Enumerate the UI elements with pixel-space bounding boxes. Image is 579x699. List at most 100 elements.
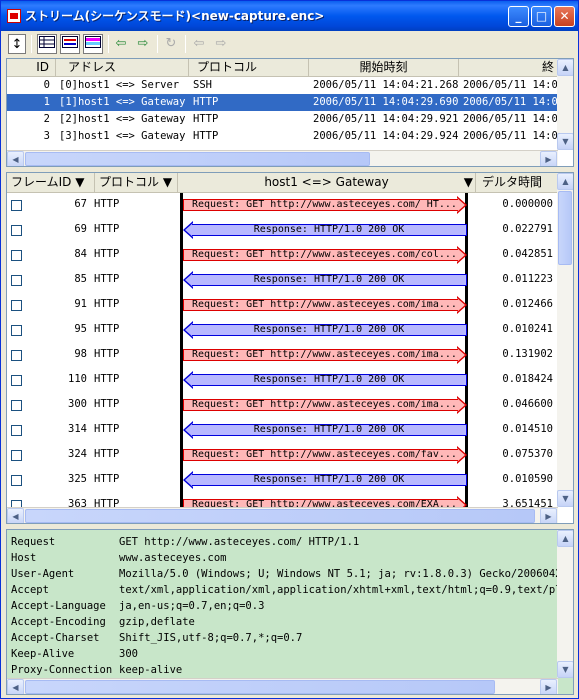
col-end-time[interactable]: 終 <box>459 59 559 77</box>
frame-row[interactable]: 110 HTTP Response: HTTP/1.0 200 OK 0.018424 <box>7 368 558 393</box>
scroll-up-icon[interactable]: ▲ <box>557 173 573 190</box>
col-start-time[interactable]: 開始時刻 <box>309 59 459 77</box>
col-protocol[interactable]: プロトコル <box>189 59 309 77</box>
request-arrow[interactable]: Request: GET http://www.asteceyes.com/ H… <box>183 196 467 214</box>
row-checkbox[interactable] <box>11 375 22 386</box>
request-arrow[interactable]: Request: GET http://www.asteceyes.com/fa… <box>183 446 467 464</box>
scroll-left-icon[interactable]: ◀ <box>7 151 24 166</box>
maximize-button[interactable]: □ <box>531 6 552 27</box>
col-delta-time[interactable]: デルタ時間 <box>476 173 559 193</box>
scroll-down-icon[interactable]: ▼ <box>557 133 573 150</box>
scroll-thumb[interactable] <box>558 191 572 265</box>
scroll-right-icon[interactable]: ▶ <box>540 151 557 166</box>
row-checkbox[interactable] <box>11 225 22 236</box>
sort-icon[interactable]: ↕ <box>8 34 26 54</box>
scroll-thumb[interactable] <box>25 509 535 523</box>
response-arrow[interactable]: Response: HTTP/1.0 200 OK <box>183 421 467 439</box>
detail-row[interactable]: Accept text/xml,application/xml,applicati… <box>7 582 559 598</box>
detail-row[interactable]: Proxy-Connection keep-alive <box>7 662 559 678</box>
row-checkbox[interactable] <box>11 450 22 461</box>
app-icon[interactable] <box>7 9 21 23</box>
frame-row[interactable]: 314 HTTP Response: HTTP/1.0 200 OK 0.014510 <box>7 418 558 443</box>
details-vscroll[interactable]: ▲ ▼ <box>557 530 573 678</box>
frame-row[interactable]: 325 HTTP Response: HTTP/1.0 200 OK 0.010590 <box>7 468 558 493</box>
detail-row[interactable]: Request GET http://www.asteceyes.com/ HTT… <box>7 534 559 550</box>
scroll-left-icon[interactable]: ◀ <box>7 508 24 523</box>
row-checkbox[interactable] <box>11 475 22 486</box>
stream-list-vscroll[interactable]: ▲ ▼ <box>557 59 573 150</box>
table-row[interactable]: 2 [2]host1 <=> Gateway HTTP 2006/05/11 14:0… <box>7 111 558 128</box>
frame-hscroll[interactable]: ◀ ▶ <box>7 507 558 523</box>
col-frame-id[interactable]: フレームID ▼ <box>7 173 95 193</box>
table-row[interactable]: 3 [3]host1 <=> Gateway HTTP 2006/05/11 14:0… <box>7 128 558 145</box>
col-id[interactable]: ID <box>7 59 56 77</box>
close-button[interactable]: ✕ <box>554 6 575 27</box>
frame-vscroll[interactable]: ▲ ▼ <box>557 173 573 507</box>
response-arrow[interactable]: Response: HTTP/1.0 200 OK <box>183 271 467 289</box>
forward-arrow-icon[interactable]: ⇨ <box>134 34 152 54</box>
frame-row[interactable]: 95 HTTP Response: HTTP/1.0 200 OK 0.010241 <box>7 318 558 343</box>
minimize-button[interactable]: _ <box>508 6 529 27</box>
details-hscroll[interactable]: ◀ ▶ <box>7 678 558 694</box>
frame-row[interactable]: 91 HTTP Request: GET http://www.asteceyes.… <box>7 293 558 318</box>
detail-row[interactable]: Host www.asteceyes.com <box>7 550 559 566</box>
detail-row[interactable]: Accept-Language ja,en-us;q=0.7,en;q=0.3 <box>7 598 559 614</box>
chevron-down-icon[interactable]: ▼ <box>464 173 473 192</box>
row-checkbox[interactable] <box>11 250 22 261</box>
scroll-down-icon[interactable]: ▼ <box>557 490 573 507</box>
detail-row[interactable]: User-Agent Mozilla/5.0 (Windows; U; Windo… <box>7 566 559 582</box>
scroll-up-icon[interactable]: ▲ <box>557 59 573 76</box>
scroll-right-icon[interactable]: ▶ <box>540 679 557 694</box>
scroll-up-icon[interactable]: ▲ <box>557 530 573 547</box>
row-checkbox[interactable] <box>11 200 22 211</box>
scroll-right-icon[interactable]: ▶ <box>540 508 557 523</box>
request-arrow[interactable]: Request: GET http://www.asteceyes.com/EX… <box>183 496 467 507</box>
row-checkbox[interactable] <box>11 400 22 411</box>
frame-row[interactable]: 363 HTTP Request: GET http://www.asteceyes… <box>7 493 558 507</box>
frame-row[interactable]: 67 HTTP Request: GET http://www.asteceyes.… <box>7 193 558 218</box>
row-checkbox[interactable] <box>11 500 22 507</box>
nav-left-icon[interactable]: ⇦ <box>190 34 208 54</box>
row-checkbox[interactable] <box>11 275 22 286</box>
color-view-icon[interactable] <box>83 34 103 54</box>
scroll-left-icon[interactable]: ◀ <box>7 679 24 694</box>
response-arrow[interactable]: Response: HTTP/1.0 200 OK <box>183 371 467 389</box>
table-row[interactable]: 1 [1]host1 <=> Gateway HTTP 2006/05/11 14:0… <box>7 94 558 111</box>
title-bar[interactable]: ストリーム(シーケンスモード)<new-capture.enc> _ □ ✕ <box>1 1 578 31</box>
row-checkbox[interactable] <box>11 425 22 436</box>
scroll-thumb[interactable] <box>25 152 370 166</box>
stream-view-icon[interactable] <box>60 34 80 54</box>
detail-row[interactable]: Keep-Alive 300 <box>7 646 559 662</box>
table-row[interactable]: 0 [0]host1 <=> Server SSH 2006/05/11 14:04:… <box>7 77 558 94</box>
frame-row[interactable]: 69 HTTP Response: HTTP/1.0 200 OK 0.022791 <box>7 218 558 243</box>
response-arrow[interactable]: Response: HTTP/1.0 200 OK <box>183 321 467 339</box>
request-arrow[interactable]: Request: GET http://www.asteceyes.com/im… <box>183 346 467 364</box>
frame-row[interactable]: 84 HTTP Request: GET http://www.asteceyes.… <box>7 243 558 268</box>
scroll-thumb[interactable] <box>25 680 495 694</box>
stream-list-hscroll[interactable]: ◀ ▶ <box>7 150 558 166</box>
col-frame-protocol[interactable]: プロトコル ▼ <box>95 173 178 193</box>
scroll-down-icon[interactable]: ▼ <box>557 661 573 678</box>
grid-view-icon[interactable] <box>37 34 57 54</box>
row-checkbox[interactable] <box>11 325 22 336</box>
frame-row[interactable]: 98 HTTP Request: GET http://www.asteceyes.… <box>7 343 558 368</box>
back-arrow-icon[interactable]: ⇦ <box>112 34 130 54</box>
row-checkbox[interactable] <box>11 350 22 361</box>
frame-row[interactable]: 85 HTTP Response: HTTP/1.0 200 OK 0.011223 <box>7 268 558 293</box>
frame-row[interactable]: 300 HTTP Request: GET http://www.asteceyes… <box>7 393 558 418</box>
request-arrow[interactable]: Request: GET http://www.asteceyes.com/co… <box>183 246 467 264</box>
chevron-down-icon[interactable]: ▼ <box>75 175 84 189</box>
detail-row[interactable]: Accept-Encoding gzip,deflate <box>7 614 559 630</box>
chevron-down-icon[interactable]: ▼ <box>163 175 172 189</box>
row-checkbox[interactable] <box>11 300 22 311</box>
col-address[interactable]: アドレス <box>56 59 189 77</box>
request-arrow[interactable]: Request: GET http://www.asteceyes.com/im… <box>183 396 467 414</box>
refresh-icon[interactable]: ↻ <box>162 34 180 54</box>
frame-row[interactable]: 324 HTTP Request: GET http://www.asteceyes… <box>7 443 558 468</box>
col-flow[interactable]: host1 <=> Gateway ▼ <box>178 173 476 193</box>
response-arrow[interactable]: Response: HTTP/1.0 200 OK <box>183 221 467 239</box>
response-arrow[interactable]: Response: HTTP/1.0 200 OK <box>183 471 467 489</box>
detail-row[interactable]: Accept-Charset Shift_JIS,utf-8;q=0.7,*;q=… <box>7 630 559 646</box>
nav-right-icon[interactable]: ⇨ <box>212 34 230 54</box>
request-arrow[interactable]: Request: GET http://www.asteceyes.com/im… <box>183 296 467 314</box>
